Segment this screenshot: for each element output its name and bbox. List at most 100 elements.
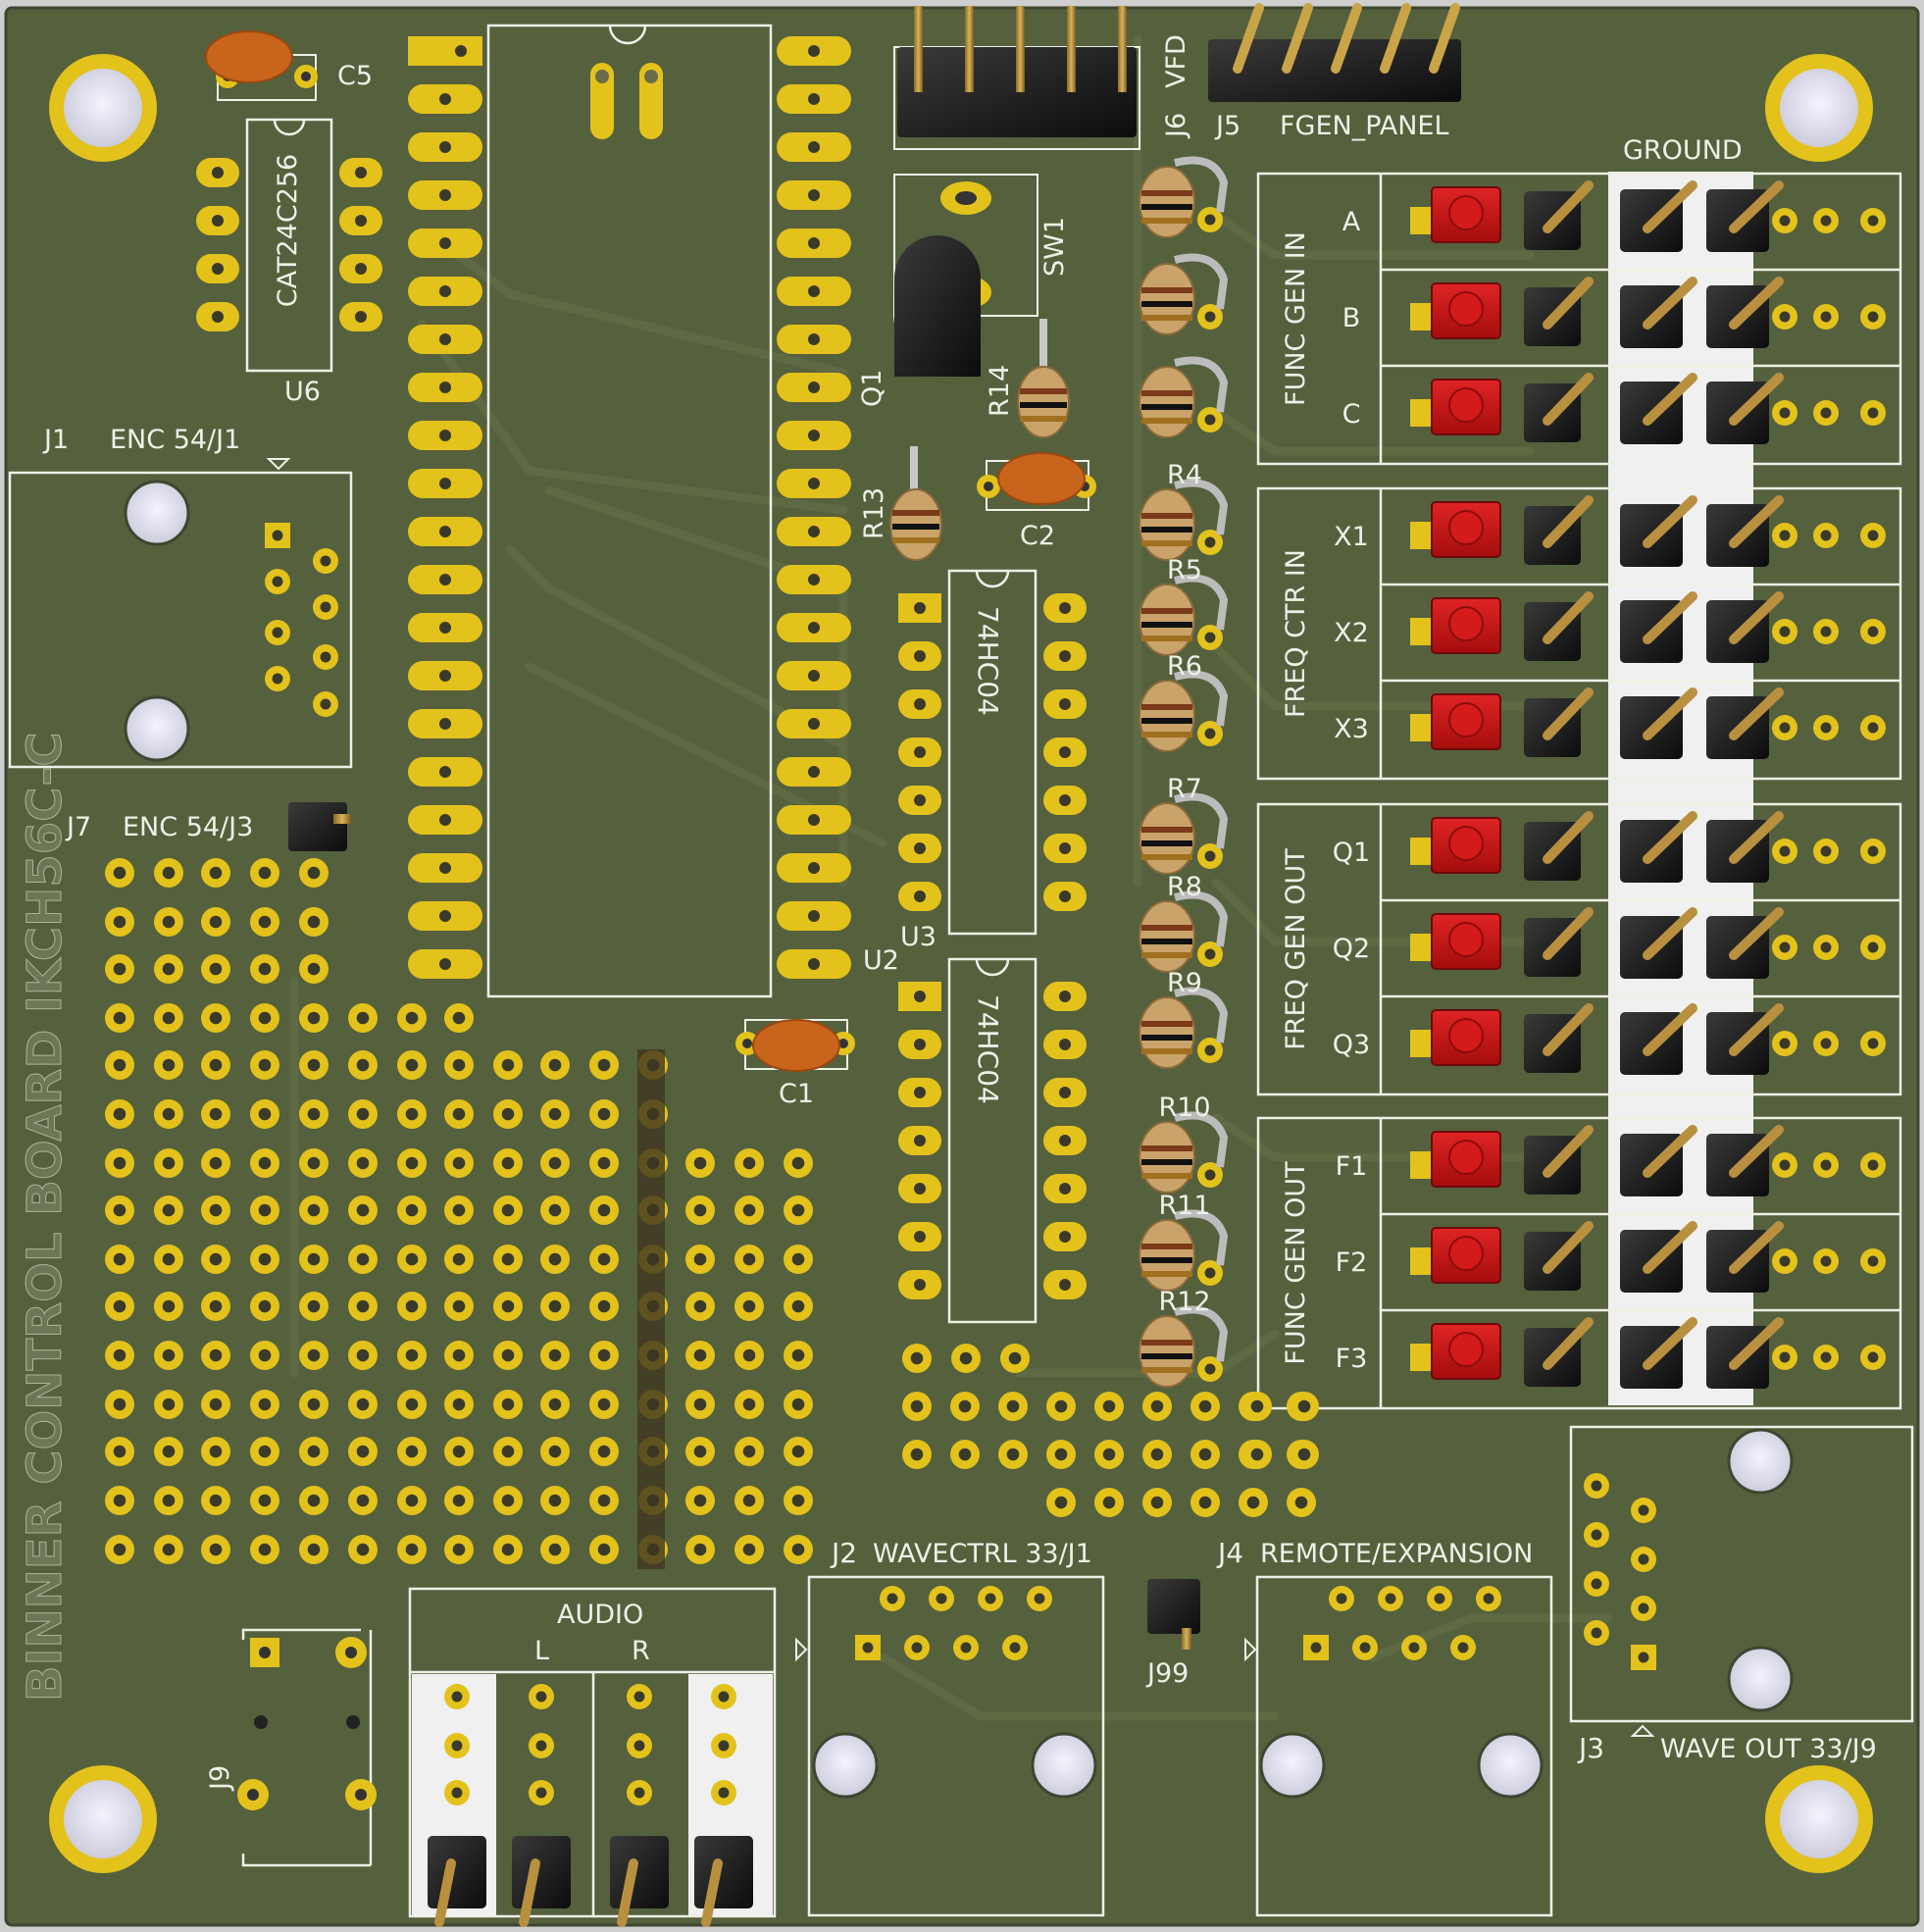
drill-hole xyxy=(451,1740,463,1752)
drill-hole xyxy=(808,862,820,874)
drill-hole xyxy=(272,530,283,541)
mounting-hole xyxy=(1780,69,1858,147)
drill-hole xyxy=(808,45,820,57)
drill-hole xyxy=(1779,722,1791,734)
drill-hole xyxy=(501,1203,515,1217)
drill-hole xyxy=(1867,1255,1879,1267)
drill-hole xyxy=(258,1252,272,1266)
drill-hole xyxy=(113,1203,127,1217)
mounting-hole xyxy=(64,1780,142,1858)
drill-hole xyxy=(1408,1642,1420,1653)
drill-hole xyxy=(985,1593,996,1604)
drill-hole xyxy=(405,1156,419,1170)
resistor-band xyxy=(1141,527,1192,533)
drill-hole xyxy=(1779,311,1791,323)
drill-hole xyxy=(307,1107,321,1121)
drill-hole xyxy=(209,1299,223,1313)
drill-hole xyxy=(258,1348,272,1362)
drill-hole xyxy=(162,1398,176,1411)
drill-hole xyxy=(501,1252,515,1266)
drill-hole xyxy=(548,1203,562,1217)
drill-hole xyxy=(1250,1399,1264,1413)
pushbutton-cap xyxy=(1448,291,1484,327)
drill-hole xyxy=(548,1058,562,1072)
drill-hole xyxy=(1867,215,1879,227)
drill-hole xyxy=(356,1156,370,1170)
drill-hole xyxy=(1779,530,1791,541)
panel-row-label: X2 xyxy=(1334,618,1369,648)
drill-hole xyxy=(1102,1399,1116,1413)
drill-hole xyxy=(452,1156,466,1170)
ground-white-strip xyxy=(1608,172,1753,1405)
drill-hole xyxy=(307,1058,321,1072)
drill-hole xyxy=(439,910,451,922)
resistor-band xyxy=(1141,390,1192,396)
drill-hole xyxy=(597,1107,611,1121)
drill-hole xyxy=(162,1445,176,1458)
header-pin xyxy=(965,55,974,92)
drill-hole xyxy=(1204,728,1216,739)
drill-hole xyxy=(162,866,176,880)
drill-hole xyxy=(356,1252,370,1266)
drill-hole xyxy=(910,1351,924,1365)
drill-hole xyxy=(212,263,224,275)
drill-hole xyxy=(1867,626,1879,637)
drill-hole xyxy=(405,1543,419,1556)
audio-jumper xyxy=(694,1836,753,1908)
resistor-band xyxy=(1141,608,1192,614)
drill-hole xyxy=(958,1448,972,1461)
drill-hole xyxy=(113,962,127,976)
q1-label: Q1 xyxy=(857,370,887,407)
audio-title: AUDIO xyxy=(557,1600,643,1630)
panel-group-title: FUNC GEN OUT xyxy=(1281,1161,1311,1365)
resistor-body xyxy=(1139,488,1195,561)
drill-hole xyxy=(209,915,223,929)
drill-hole xyxy=(258,1203,272,1217)
drill-hole xyxy=(1059,1231,1071,1243)
drill-hole xyxy=(633,1691,645,1703)
drill-hole xyxy=(1150,1399,1164,1413)
drill-hole xyxy=(320,555,331,567)
drill-hole xyxy=(209,1398,223,1411)
drill-hole xyxy=(1102,1448,1116,1461)
drill-hole xyxy=(307,1203,321,1217)
c5-label: C5 xyxy=(337,61,373,91)
panel-group-title: FREQ GEN OUT xyxy=(1281,848,1311,1050)
panel-row-label: B xyxy=(1342,303,1361,333)
j99-label: J99 xyxy=(1145,1658,1189,1689)
resistor-band xyxy=(1141,513,1192,519)
drill-hole xyxy=(355,311,367,323)
drill-hole xyxy=(356,1299,370,1313)
resistor-band xyxy=(1141,1048,1192,1054)
drill-hole xyxy=(356,1348,370,1362)
resistor-body xyxy=(1139,1121,1195,1194)
drill-hole xyxy=(113,1252,127,1266)
drill-hole xyxy=(914,1039,926,1050)
panel-row-label: F1 xyxy=(1336,1151,1368,1182)
drill-hole xyxy=(272,673,283,685)
drill-hole xyxy=(597,1252,611,1266)
drill-hole xyxy=(439,141,451,153)
drill-hole xyxy=(1820,845,1832,857)
drill-hole xyxy=(405,1058,419,1072)
resistor-body xyxy=(1139,366,1195,438)
drill-hole xyxy=(162,1107,176,1121)
drill-hole xyxy=(162,915,176,929)
drill-hole xyxy=(439,285,451,297)
drill-hole xyxy=(501,1398,515,1411)
drill-hole xyxy=(808,814,820,826)
resistor-band xyxy=(1141,315,1192,321)
drill-hole xyxy=(501,1543,515,1556)
drill-hole xyxy=(1591,1480,1602,1492)
drill-hole xyxy=(693,1445,707,1458)
drill-hole xyxy=(501,1348,515,1362)
resistor-body xyxy=(1139,166,1195,238)
pushbutton-cap xyxy=(1448,387,1484,423)
drill-hole xyxy=(791,1494,805,1507)
drill-hole xyxy=(914,1135,926,1146)
drill-hole xyxy=(1820,1159,1832,1171)
drill-hole xyxy=(452,1252,466,1266)
drill-hole xyxy=(693,1299,707,1313)
drill-hole xyxy=(1059,1183,1071,1195)
drill-hole xyxy=(1294,1496,1308,1509)
